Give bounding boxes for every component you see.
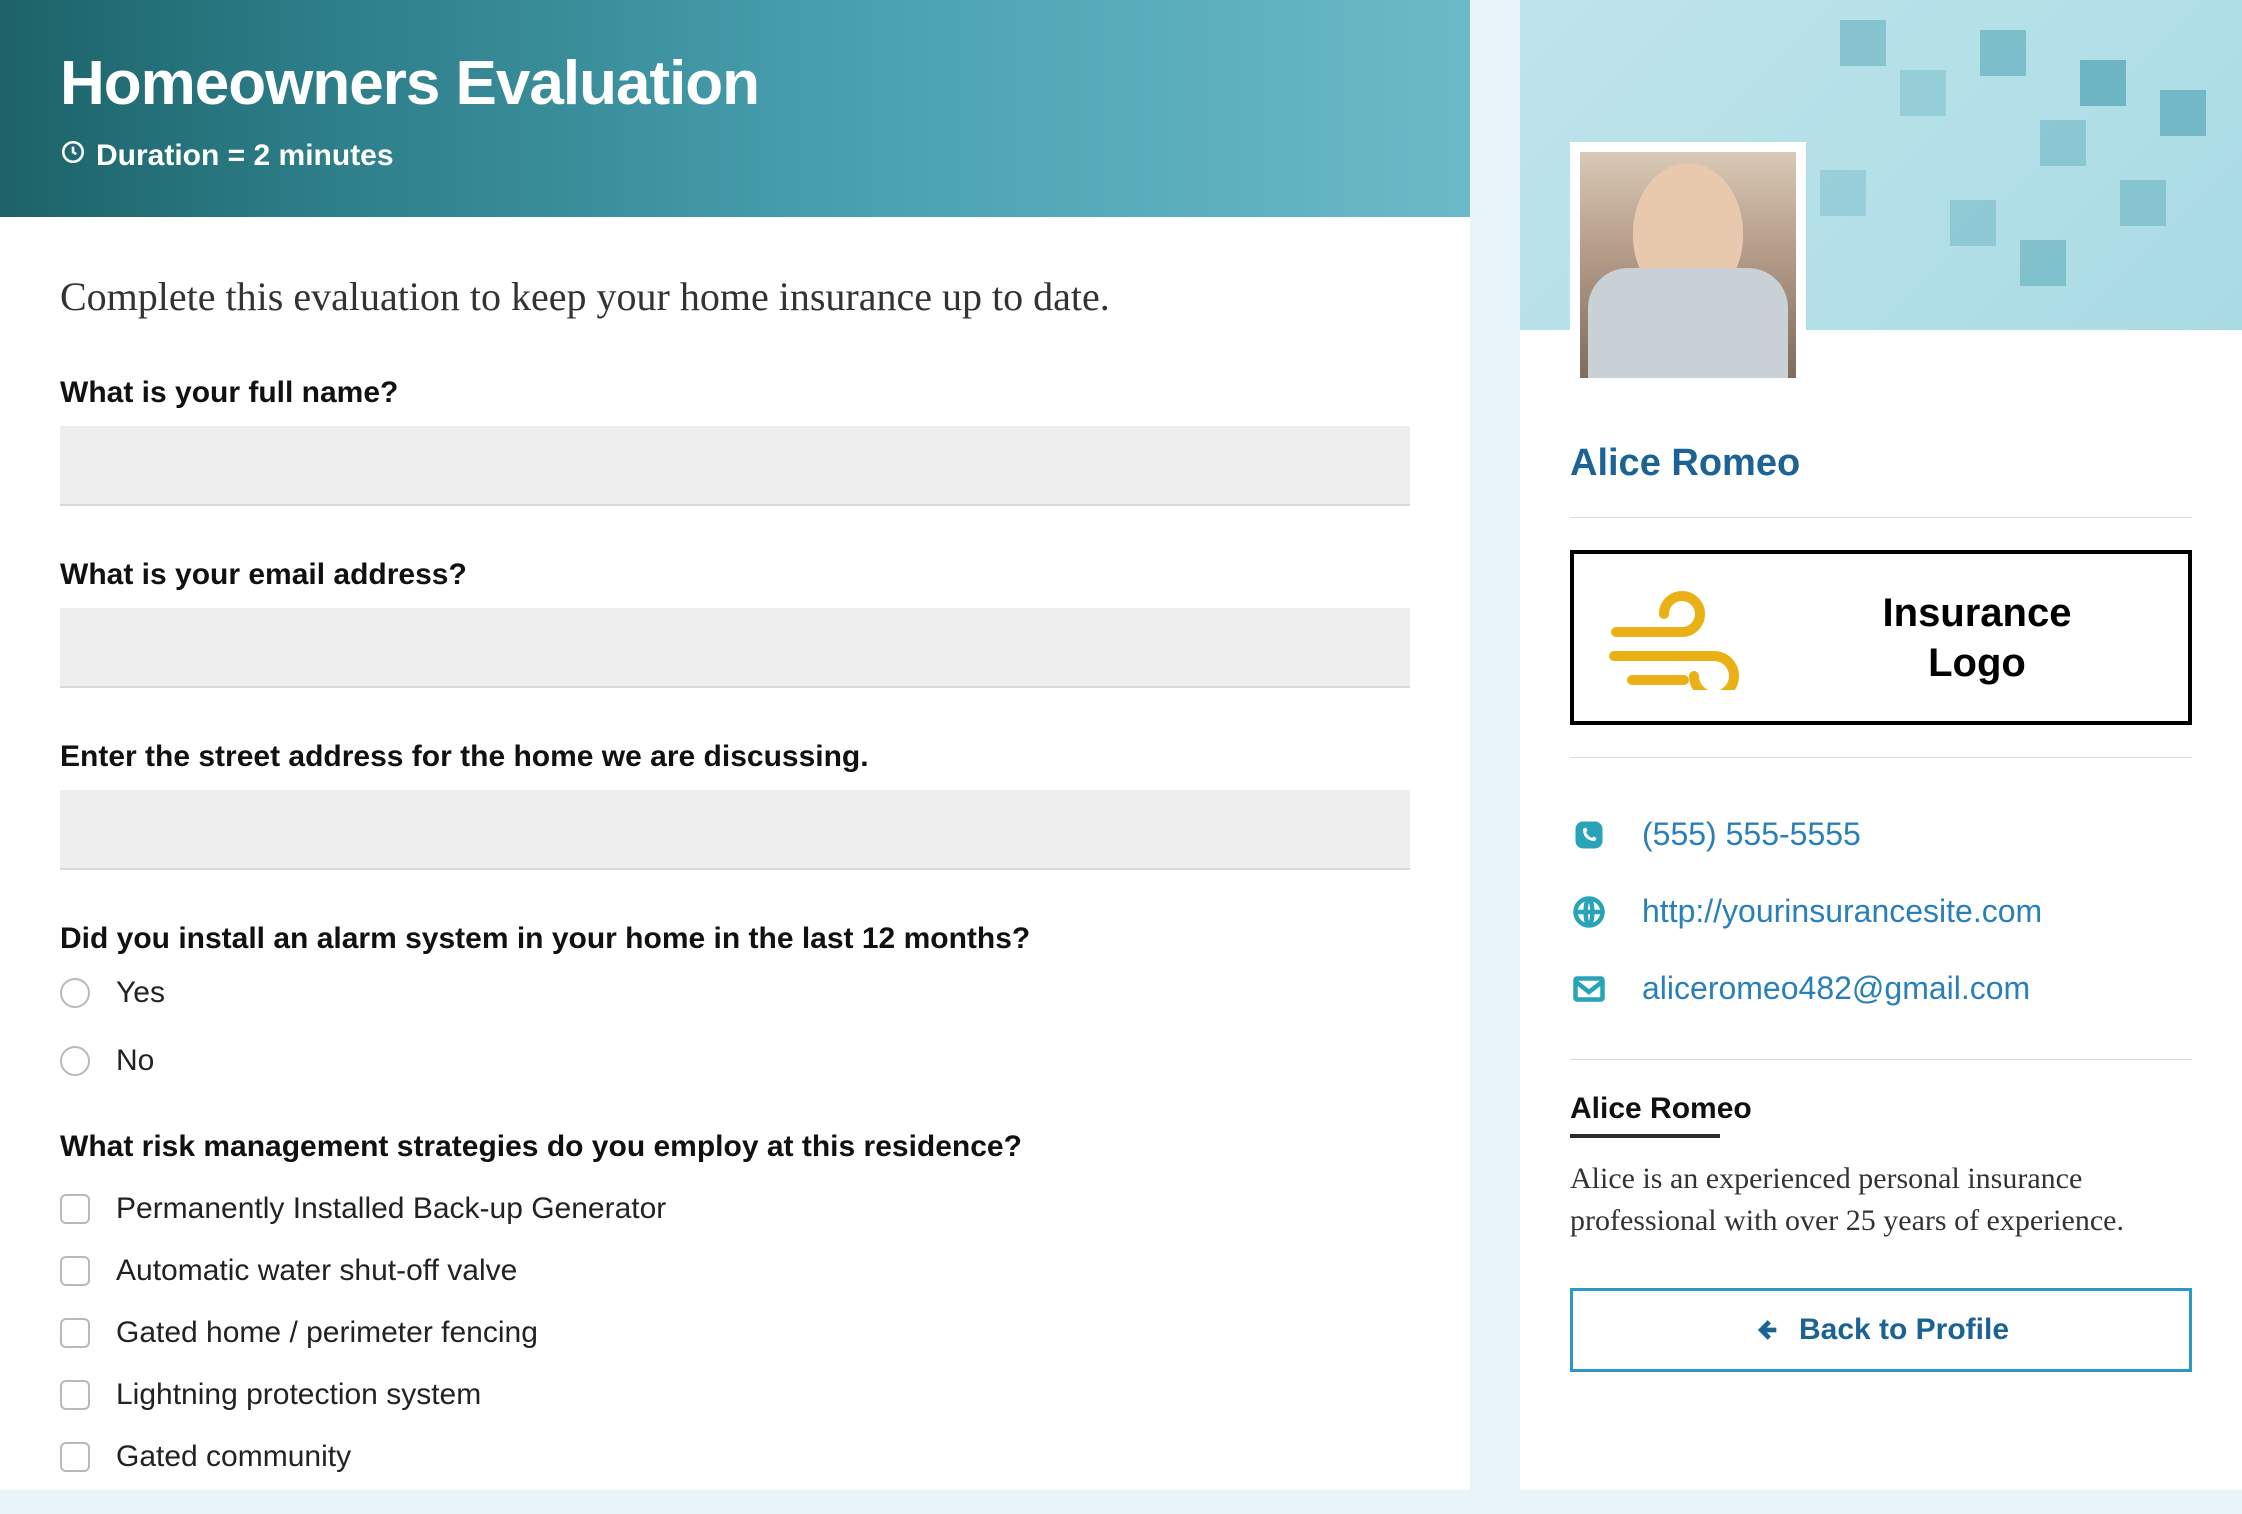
checkbox-icon [60,1256,90,1286]
full-name-input[interactable] [60,426,1410,506]
address-input[interactable] [60,790,1410,870]
form-body: Complete this evaluation to keep your ho… [0,217,1470,1514]
checkbox-icon [60,1194,90,1224]
arrow-left-icon [1753,1316,1781,1344]
bio-underline [1570,1134,1720,1138]
divider [1570,757,2192,758]
radio-icon [60,978,90,1008]
logo-line2: Logo [1928,641,2026,685]
avatar-image [1580,152,1796,378]
email-input[interactable] [60,608,1410,688]
risk-option-water-shutoff[interactable]: Automatic water shut-off valve [60,1254,1410,1288]
form-duration: Duration = 2 minutes [60,139,1410,173]
contact-phone-text: (555) 555-5555 [1642,816,1861,853]
agent-avatar [1570,142,1806,388]
contact-email[interactable]: aliceromeo482@gmail.com [1570,950,2192,1027]
question-label: What is your email address? [60,558,1410,592]
question-label: What risk management strategies do you e… [60,1130,1410,1164]
question-label: Enter the street address for the home we… [60,740,1410,774]
risk-option-generator[interactable]: Permanently Installed Back-up Generator [60,1192,1410,1226]
bio-name: Alice Romeo [1570,1092,2192,1126]
question-full-name: What is your full name? [60,376,1410,506]
clock-icon [60,139,86,173]
app-layout: Homeowners Evaluation Duration = 2 minut… [0,0,2242,1490]
option-label: Lightning protection system [116,1378,481,1412]
checkbox-icon [60,1318,90,1348]
form-panel: Homeowners Evaluation Duration = 2 minut… [0,0,1470,1490]
contact-phone[interactable]: (555) 555-5555 [1570,796,2192,873]
agent-bio: Alice Romeo Alice is an experienced pers… [1570,1092,2192,1242]
risk-option-gated-community[interactable]: Gated community [60,1440,1410,1474]
logo-text: Insurance Logo [1796,588,2158,688]
phone-icon [1570,817,1608,853]
question-email: What is your email address? [60,558,1410,688]
alarm-option-yes[interactable]: Yes [60,976,1410,1010]
form-duration-text: Duration = 2 minutes [96,139,394,173]
agent-name: Alice Romeo [1570,442,2192,485]
question-risk: What risk management strategies do you e… [60,1130,1410,1474]
form-title: Homeowners Evaluation [60,48,1410,119]
wind-icon [1604,580,1754,695]
option-label: Permanently Installed Back-up Generator [116,1192,666,1226]
logo-line1: Insurance [1883,591,2072,635]
mail-icon [1570,971,1608,1007]
question-label: What is your full name? [60,376,1410,410]
contact-website-text: http://yourinsurancesite.com [1642,893,2042,930]
question-address: Enter the street address for the home we… [60,740,1410,870]
option-label: Yes [116,976,165,1010]
contact-list: (555) 555-5555 http://yourinsurancesite.… [1570,796,2192,1027]
option-label: Gated community [116,1440,351,1474]
alarm-option-no[interactable]: No [60,1044,1410,1078]
risk-option-gated-home[interactable]: Gated home / perimeter fencing [60,1316,1410,1350]
bio-text: Alice is an experienced personal insuran… [1570,1158,2192,1242]
question-label: Did you install an alarm system in your … [60,922,1410,956]
insurance-logo: Insurance Logo [1570,550,2192,725]
checkbox-icon [60,1442,90,1472]
question-alarm: Did you install an alarm system in your … [60,922,1410,1078]
divider [1570,517,2192,518]
contact-email-text: aliceromeo482@gmail.com [1642,970,2030,1007]
option-label: No [116,1044,154,1078]
form-header: Homeowners Evaluation Duration = 2 minut… [0,0,1470,217]
divider [1570,1059,2192,1060]
option-label: Automatic water shut-off valve [116,1254,517,1288]
radio-icon [60,1046,90,1076]
agent-sidebar: Alice Romeo Insurance Logo (555) [1520,0,2242,1490]
contact-website[interactable]: http://yourinsurancesite.com [1570,873,2192,950]
risk-option-lightning[interactable]: Lightning protection system [60,1378,1410,1412]
form-intro: Complete this evaluation to keep your ho… [60,273,1410,320]
back-button-label: Back to Profile [1799,1313,2009,1347]
option-label: Gated home / perimeter fencing [116,1316,538,1350]
back-to-profile-button[interactable]: Back to Profile [1570,1288,2192,1372]
globe-icon [1570,894,1608,930]
checkbox-icon [60,1380,90,1410]
